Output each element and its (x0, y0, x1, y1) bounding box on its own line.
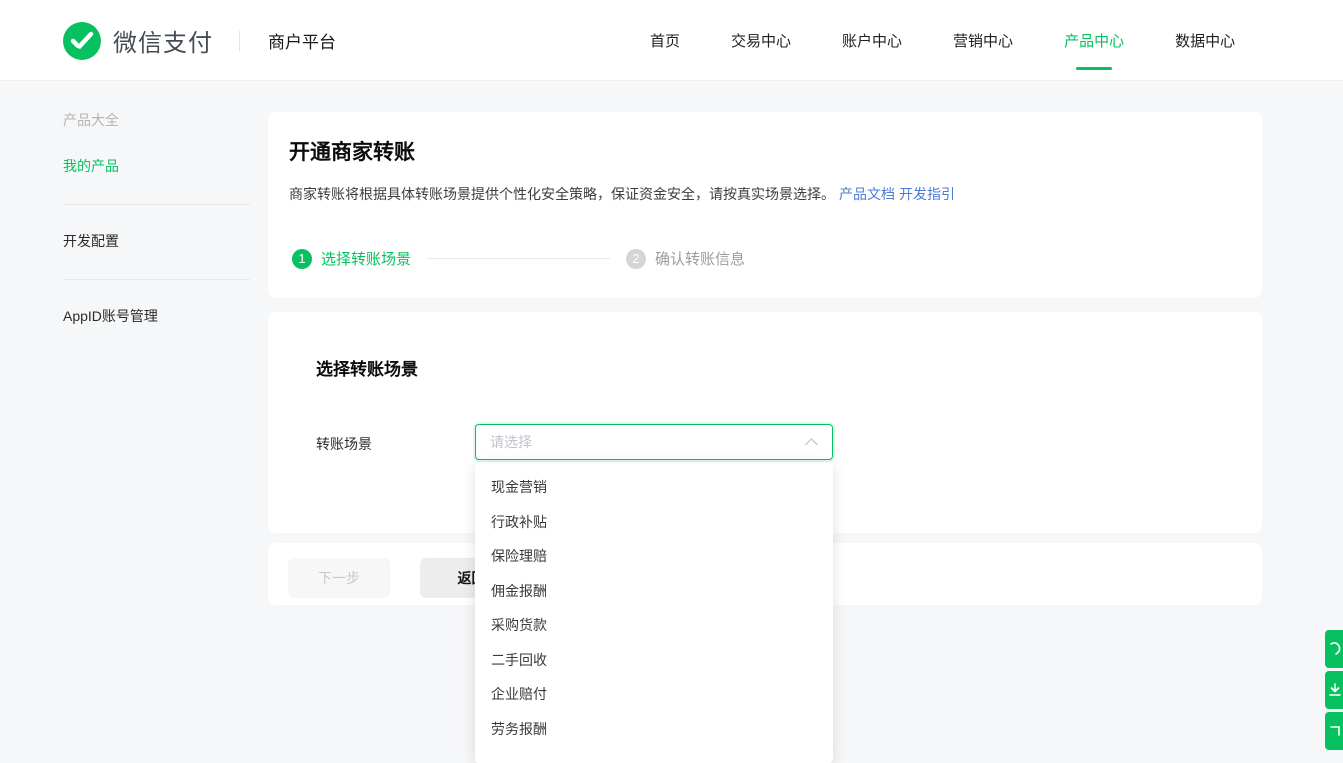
top-nav: 首页 交易中心 账户中心 营销中心 产品中心 数据中心 (650, 0, 1235, 81)
sidebar-item-appid-management[interactable]: AppID账号管理 (63, 306, 253, 326)
option-enterprise-compensation[interactable]: 企业赔付 (475, 677, 833, 712)
page-description: 商家转账将根据具体转账场景提供个性化安全策略，保证资金安全，请按真实场景选择。产… (289, 184, 955, 204)
transfer-scene-select[interactable]: 请选择 (475, 424, 833, 460)
sidebar: 产品大全 我的产品 开发配置 AppID账号管理 (63, 81, 253, 326)
product-doc-link[interactable]: 产品文档 (839, 186, 895, 202)
partial-widget-icon (1328, 723, 1342, 739)
step-1-label: 选择转账场景 (321, 248, 411, 269)
sidebar-item-my-products[interactable]: 我的产品 (63, 156, 253, 176)
nav-item-home[interactable]: 首页 (650, 30, 680, 51)
page-title: 开通商家转账 (289, 136, 415, 166)
customer-service-icon (1328, 641, 1342, 657)
check-icon (70, 31, 94, 51)
option-secondhand-recycle[interactable]: 二手回收 (475, 643, 833, 678)
transfer-scene-label: 转账场景 (316, 434, 372, 454)
option-labor-remuneration[interactable]: 劳务报酬 (475, 712, 833, 747)
step-2-label: 确认转账信息 (655, 248, 745, 269)
sidebar-section-product-catalog: 产品大全 (63, 110, 253, 130)
brand-divider (239, 31, 240, 51)
transfer-scene-dropdown: 现金营销 行政补贴 保险理赔 佣金报酬 采购货款 二手回收 企业赔付 劳务报酬 (475, 463, 833, 763)
sidebar-divider (63, 279, 250, 280)
feedback-widget[interactable] (1325, 671, 1343, 709)
option-cash-marketing[interactable]: 现金营销 (475, 470, 833, 505)
step-1-dot: 1 (292, 249, 312, 269)
form-heading: 选择转账场景 (316, 355, 418, 380)
step-connector (427, 258, 610, 259)
customer-service-widget[interactable] (1325, 630, 1343, 668)
nav-item-trade-center[interactable]: 交易中心 (731, 30, 791, 51)
nav-item-data-center[interactable]: 数据中心 (1175, 30, 1235, 51)
sidebar-divider (63, 204, 250, 205)
step-2-dot: 2 (626, 249, 646, 269)
brand-wordmark: 微信支付 (113, 23, 213, 58)
partial-widget[interactable] (1325, 712, 1343, 750)
sidebar-item-dev-config[interactable]: 开发配置 (63, 231, 253, 251)
option-procurement-payment[interactable]: 采购货款 (475, 608, 833, 643)
dev-guide-link[interactable]: 开发指引 (899, 186, 955, 202)
top-header: 微信支付 商户平台 首页 交易中心 账户中心 营销中心 产品中心 数据中心 (0, 0, 1343, 81)
option-commission-pay[interactable]: 佣金报酬 (475, 574, 833, 609)
nav-item-account-center[interactable]: 账户中心 (842, 30, 902, 51)
intro-card: 开通商家转账 商家转账将根据具体转账场景提供个性化安全策略，保证资金安全，请按真… (268, 112, 1262, 298)
platform-title: 商户平台 (268, 28, 336, 53)
option-insurance-claim[interactable]: 保险理赔 (475, 539, 833, 574)
nav-item-product-center[interactable]: 产品中心 (1064, 30, 1124, 51)
description-text: 商家转账将根据具体转账场景提供个性化安全策略，保证资金安全，请按真实场景选择。 (289, 186, 835, 202)
option-admin-subsidy[interactable]: 行政补贴 (475, 505, 833, 540)
wechat-pay-logo-icon (63, 22, 101, 60)
nav-item-marketing-center[interactable]: 营销中心 (953, 30, 1013, 51)
brand: 微信支付 商户平台 (63, 0, 336, 81)
next-step-button[interactable]: 下一步 (288, 558, 390, 598)
floating-widget-stack (1325, 630, 1343, 753)
arrow-download-icon (1328, 682, 1342, 698)
step-indicator: 1 选择转账场景 2 确认转账信息 (292, 248, 745, 269)
select-placeholder: 请选择 (490, 432, 809, 452)
